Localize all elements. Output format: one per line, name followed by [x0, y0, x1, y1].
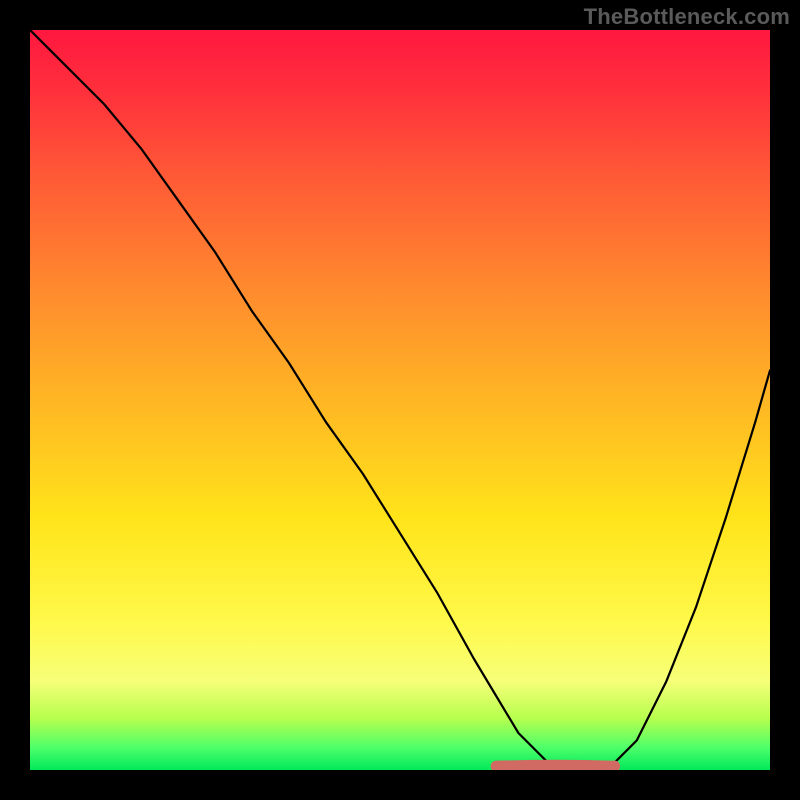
- minimum-flat-highlight: [496, 765, 614, 766]
- chart-frame: TheBottleneck.com: [0, 0, 800, 800]
- plot-area: [30, 30, 770, 770]
- watermark-text: TheBottleneck.com: [584, 4, 790, 30]
- bottleneck-curve: [30, 30, 770, 770]
- curve-layer: [30, 30, 770, 770]
